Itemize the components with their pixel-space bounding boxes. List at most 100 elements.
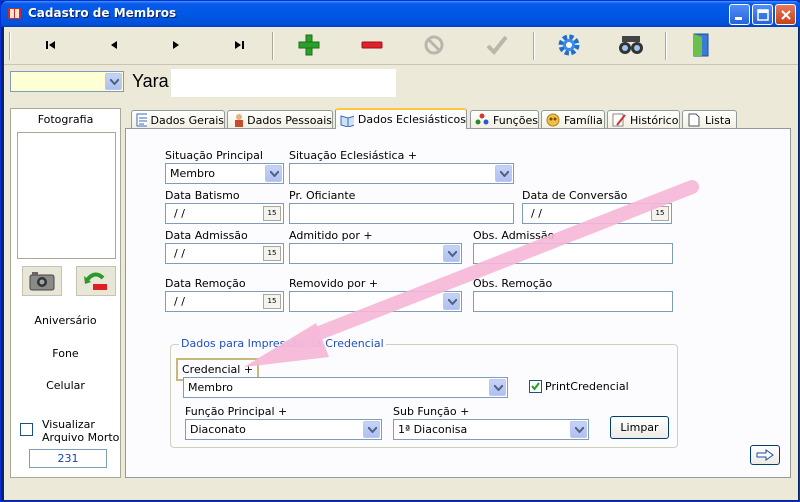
previous-record-button[interactable] — [100, 31, 128, 59]
funcao-principal-combo[interactable]: Diaconato — [185, 419, 382, 440]
calendar-icon[interactable]: 15 — [263, 206, 281, 221]
dropdown-arrow-button[interactable] — [570, 421, 587, 438]
maximize-button[interactable] — [752, 4, 773, 25]
tab-label: Lista — [705, 113, 731, 127]
tab-dados-eclesiasticos[interactable]: Dados Eclesiásticos — [335, 108, 467, 129]
dropdown-arrow-button[interactable] — [443, 245, 460, 262]
situacao-principal-value: Membro — [170, 167, 215, 180]
chevron-down-icon — [500, 171, 509, 177]
calendar-icon[interactable]: 15 — [651, 206, 669, 221]
last-record-button[interactable] — [225, 31, 253, 59]
photo-panel: Fotografia Aniversário Fone Celular Visu… — [10, 108, 121, 478]
maximize-icon — [757, 9, 769, 21]
minimize-icon — [735, 17, 742, 20]
form-icon — [136, 113, 147, 127]
tab-dados-gerais[interactable]: Dados Gerais — [131, 110, 225, 129]
tab-panel-dados-eclesiasticos: Situação Principal Membro Situação Ecles… — [125, 128, 791, 478]
confirm-button[interactable] — [483, 31, 511, 59]
sub-funcao-value: 1ª Diaconisa — [398, 423, 468, 436]
obs-admissao-field[interactable] — [473, 243, 673, 264]
next-tab-button[interactable] — [750, 445, 780, 465]
dropdown-arrow-button[interactable] — [443, 293, 460, 310]
dropdown-arrow-button[interactable] — [265, 165, 282, 182]
settings-button[interactable] — [555, 31, 583, 59]
data-conversao-value: / / — [531, 207, 542, 220]
app-window: Cadastro de Membros Yara Fotografia Aniv… — [0, 0, 800, 502]
data-conversao-field[interactable]: / / 15 — [522, 203, 672, 224]
toolbar-separator — [665, 32, 667, 60]
photo-frame[interactable] — [17, 132, 116, 259]
member-name-field[interactable] — [171, 69, 396, 97]
tab-label: Família — [564, 113, 603, 127]
family-icon — [546, 113, 560, 127]
member-name: Yara — [132, 71, 169, 91]
situacao-principal-label: Situação Principal — [165, 149, 263, 162]
first-record-button[interactable] — [37, 31, 65, 59]
chevron-down-icon — [448, 251, 457, 257]
people-icon — [475, 113, 489, 125]
tab-familia[interactable]: Família — [541, 110, 605, 129]
remove-photo-button[interactable] — [76, 266, 116, 296]
removido-por-combo[interactable] — [289, 291, 462, 312]
cancel-button[interactable] — [420, 31, 448, 59]
close-button[interactable] — [775, 4, 796, 25]
archive-checkbox[interactable] — [20, 423, 33, 436]
exit-button[interactable] — [687, 31, 715, 59]
data-batismo-field[interactable]: / / 15 — [165, 203, 284, 224]
tab-historico[interactable]: Histórico — [607, 110, 680, 129]
tab-dados-pessoais[interactable]: Dados Pessoais — [227, 110, 333, 129]
skip-last-icon — [235, 41, 244, 49]
toolbar-separator — [533, 32, 535, 60]
data-remocao-field[interactable]: / / 15 — [165, 291, 284, 312]
print-credential-group: Dados para Impressão da Credencial Crede… — [170, 337, 678, 448]
data-batismo-value: / / — [174, 207, 185, 220]
tab-lista[interactable]: Lista — [682, 110, 737, 129]
funcao-principal-value: Diaconato — [190, 423, 246, 436]
sub-funcao-combo[interactable]: 1ª Diaconisa — [393, 419, 589, 440]
dropdown-arrow-button[interactable] — [105, 73, 122, 90]
tab-funcoes[interactable]: Funções — [470, 110, 539, 129]
tab-label: Funções — [493, 113, 538, 127]
plus-icon — [298, 34, 320, 56]
pencil-icon — [612, 113, 626, 127]
toolbar-separator — [272, 32, 274, 60]
search-button[interactable] — [617, 31, 645, 59]
calendar-icon[interactable]: 15 — [263, 294, 281, 309]
admitido-por-combo[interactable] — [289, 243, 462, 264]
clear-button[interactable]: Limpar — [610, 416, 669, 439]
tab-label: Dados Pessoais — [247, 113, 332, 127]
gear-icon — [558, 34, 580, 56]
minimize-button[interactable] — [729, 4, 750, 25]
dropdown-arrow-button[interactable] — [363, 421, 380, 438]
member-selector-combo[interactable] — [10, 71, 124, 92]
camera-button[interactable] — [22, 266, 62, 296]
tab-label: Histórico — [630, 113, 679, 127]
removido-por-label: Removido por + — [289, 277, 379, 290]
credencial-combo[interactable]: Membro — [183, 377, 508, 398]
skip-first-icon — [46, 41, 55, 49]
data-remocao-value: / / — [174, 295, 185, 308]
print-credencial-checkbox[interactable] — [529, 380, 542, 393]
data-admissao-label: Data Admissão — [165, 229, 248, 242]
data-admissao-field[interactable]: / / 15 — [165, 243, 284, 264]
chevron-down-icon — [575, 427, 584, 433]
calendar-icon[interactable]: 15 — [263, 246, 281, 261]
remove-button[interactable] — [358, 31, 386, 59]
app-book-icon — [8, 8, 21, 19]
dropdown-arrow-button[interactable] — [495, 165, 512, 182]
credencial-value: Membro — [188, 381, 233, 394]
data-conversao-label: Data de Conversão — [522, 189, 628, 202]
obs-remocao-field[interactable] — [473, 291, 673, 312]
chevron-down-icon — [368, 427, 377, 433]
archive-label-line1: Visualizar — [42, 418, 95, 431]
next-icon — [173, 41, 179, 49]
situacao-principal-combo[interactable]: Membro — [165, 163, 284, 184]
photo-label: Fotografia — [37, 113, 94, 126]
situacao-eclesiastica-label: Situação Eclesiástica + — [289, 149, 418, 162]
add-button[interactable] — [295, 31, 323, 59]
next-record-button[interactable] — [162, 31, 190, 59]
dropdown-arrow-button[interactable] — [489, 379, 506, 396]
title-bar[interactable]: Cadastro de Membros — [1, 1, 800, 27]
situacao-eclesiastica-combo[interactable] — [289, 163, 514, 184]
pr-oficiante-field[interactable] — [289, 203, 514, 224]
